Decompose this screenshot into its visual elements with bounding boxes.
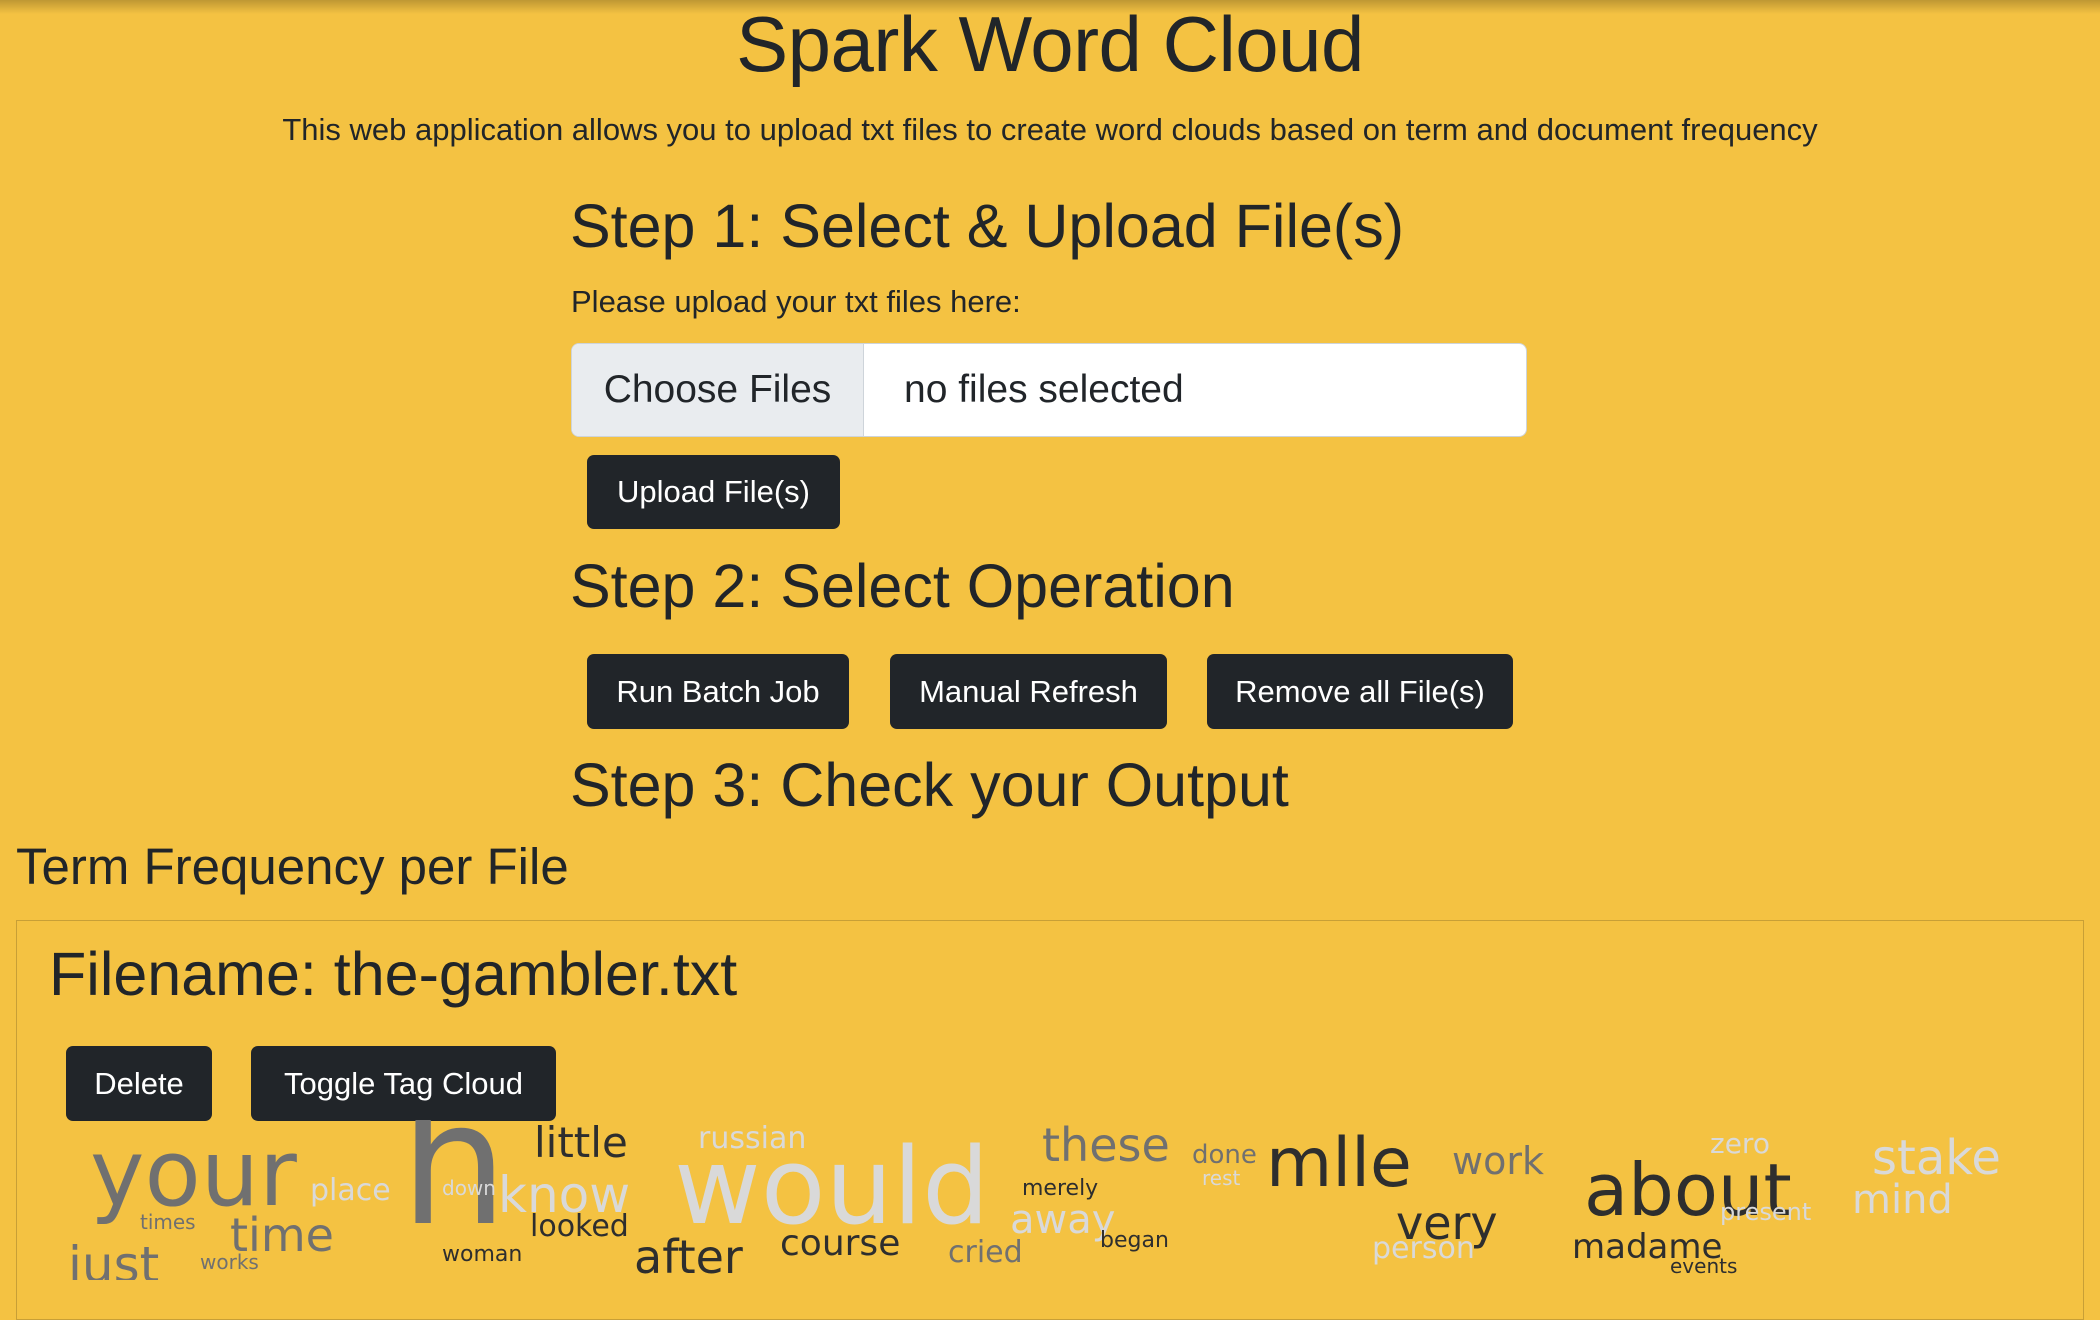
cloud-word: little — [534, 1120, 628, 1167]
step2-heading: Step 2: Select Operation — [570, 552, 1235, 620]
cloud-word: work — [1452, 1139, 1544, 1183]
file-status: no files selected — [904, 368, 1184, 411]
cloud-word: person — [1372, 1231, 1475, 1266]
cloud-word: works — [200, 1250, 259, 1274]
toggle-tag-cloud-button[interactable]: Toggle Tag Cloud — [251, 1046, 556, 1121]
cloud-word: mlle — [1266, 1124, 1412, 1203]
remove-all-files-button[interactable]: Remove all File(s) — [1207, 654, 1513, 729]
cloud-word: place — [310, 1173, 391, 1208]
cloud-word: zero — [1710, 1127, 1770, 1160]
upload-label: Please upload your txt files here: — [571, 284, 1021, 319]
cloud-word: present — [1720, 1198, 1812, 1226]
choose-files-button[interactable]: Choose Files — [572, 344, 864, 436]
file-input[interactable]: Choose Files no files selected — [571, 343, 1527, 437]
cloud-word: mind — [1852, 1177, 1953, 1223]
manual-refresh-button[interactable]: Manual Refresh — [890, 654, 1167, 729]
cloud-word: your — [90, 1120, 297, 1227]
cloud-word: just — [68, 1236, 160, 1280]
cloud-word: these — [1042, 1120, 1170, 1172]
filename-label: Filename: the-gambler.txt — [49, 940, 738, 1008]
top-shadow — [0, 0, 2100, 14]
cloud-word: course — [780, 1223, 901, 1264]
delete-button[interactable]: Delete — [66, 1046, 212, 1121]
upload-files-button[interactable]: Upload File(s) — [587, 455, 840, 529]
cloud-word: done — [1192, 1140, 1257, 1170]
step3-heading: Step 3: Check your Output — [570, 751, 1289, 819]
cloud-word: events — [1670, 1254, 1738, 1278]
cloud-word: cried — [948, 1235, 1023, 1270]
cloud-word: times — [140, 1210, 196, 1234]
term-frequency-heading: Term Frequency per File — [16, 838, 569, 895]
run-batch-job-button[interactable]: Run Batch Job — [587, 654, 849, 729]
step1-heading: Step 1: Select & Upload File(s) — [570, 192, 1405, 260]
cloud-word: looked — [530, 1209, 629, 1244]
cloud-word: down — [442, 1176, 496, 1200]
page-subtitle: This web application allows you to uploa… — [282, 112, 1818, 147]
cloud-word: rest — [1202, 1166, 1241, 1190]
cloud-word: stake — [1872, 1130, 2001, 1186]
cloud-word: woman — [442, 1242, 523, 1267]
tag-cloud: your place times time just works h down … — [60, 1120, 2070, 1280]
cloud-word: after — [634, 1230, 743, 1280]
cloud-word: began — [1100, 1228, 1169, 1253]
